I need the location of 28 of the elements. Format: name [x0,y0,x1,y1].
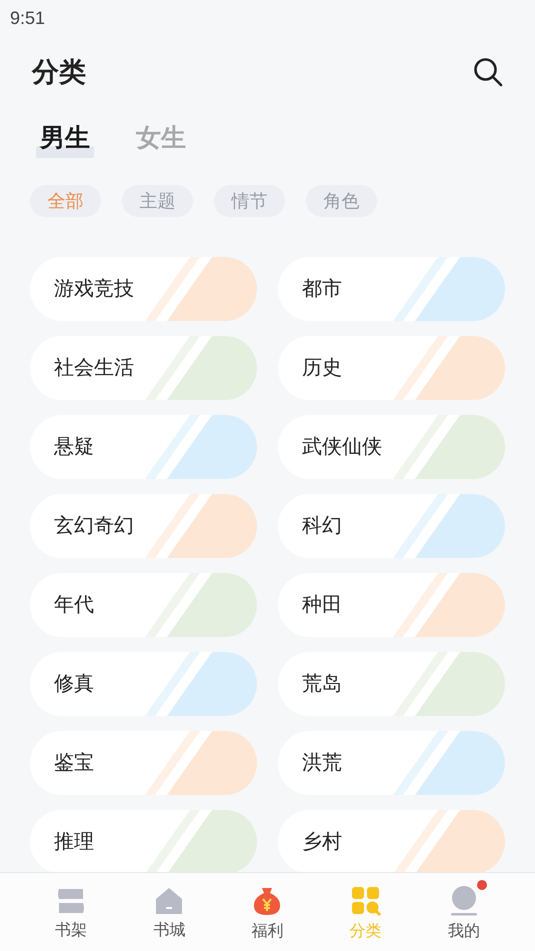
home-icon [155,887,184,915]
profile-icon [450,886,478,916]
category-card[interactable]: 种田 [278,573,505,637]
stack-icon [56,887,86,915]
nav-tab[interactable]: 书城 [134,881,204,943]
category-card[interactable]: 玄幻奇幻 [30,494,257,558]
category-card[interactable]: 鉴宝 [30,731,257,795]
category-card[interactable]: 悬疑 [30,415,257,479]
category-card[interactable]: 洪荒 [278,731,505,795]
search-icon[interactable] [473,57,503,87]
status-time: 9:51 [10,6,46,30]
category-card[interactable]: 都市 [278,257,505,321]
category-card[interactable]: 乡村 [278,810,505,872]
category-card[interactable]: 年代 [30,573,257,637]
page-title: 分类 [32,56,86,89]
grid-icon [350,886,381,916]
nav-tab[interactable]: 我的 [428,880,499,944]
category-card[interactable]: 历史 [278,336,505,400]
category-card[interactable]: 科幻 [278,494,505,558]
money-bag-icon [252,886,282,916]
nav-tab[interactable]: 书架 [36,881,106,943]
nav-tab[interactable]: 福利 [232,880,302,944]
category-card[interactable]: 武侠仙侠 [278,415,505,479]
category-card[interactable]: 修真 [30,652,257,716]
category-card[interactable]: 游戏竞技 [30,257,257,321]
category-card[interactable]: 推理 [30,810,257,872]
category-card[interactable]: 荒岛 [278,652,505,716]
category-card[interactable]: 社会生活 [30,336,257,400]
